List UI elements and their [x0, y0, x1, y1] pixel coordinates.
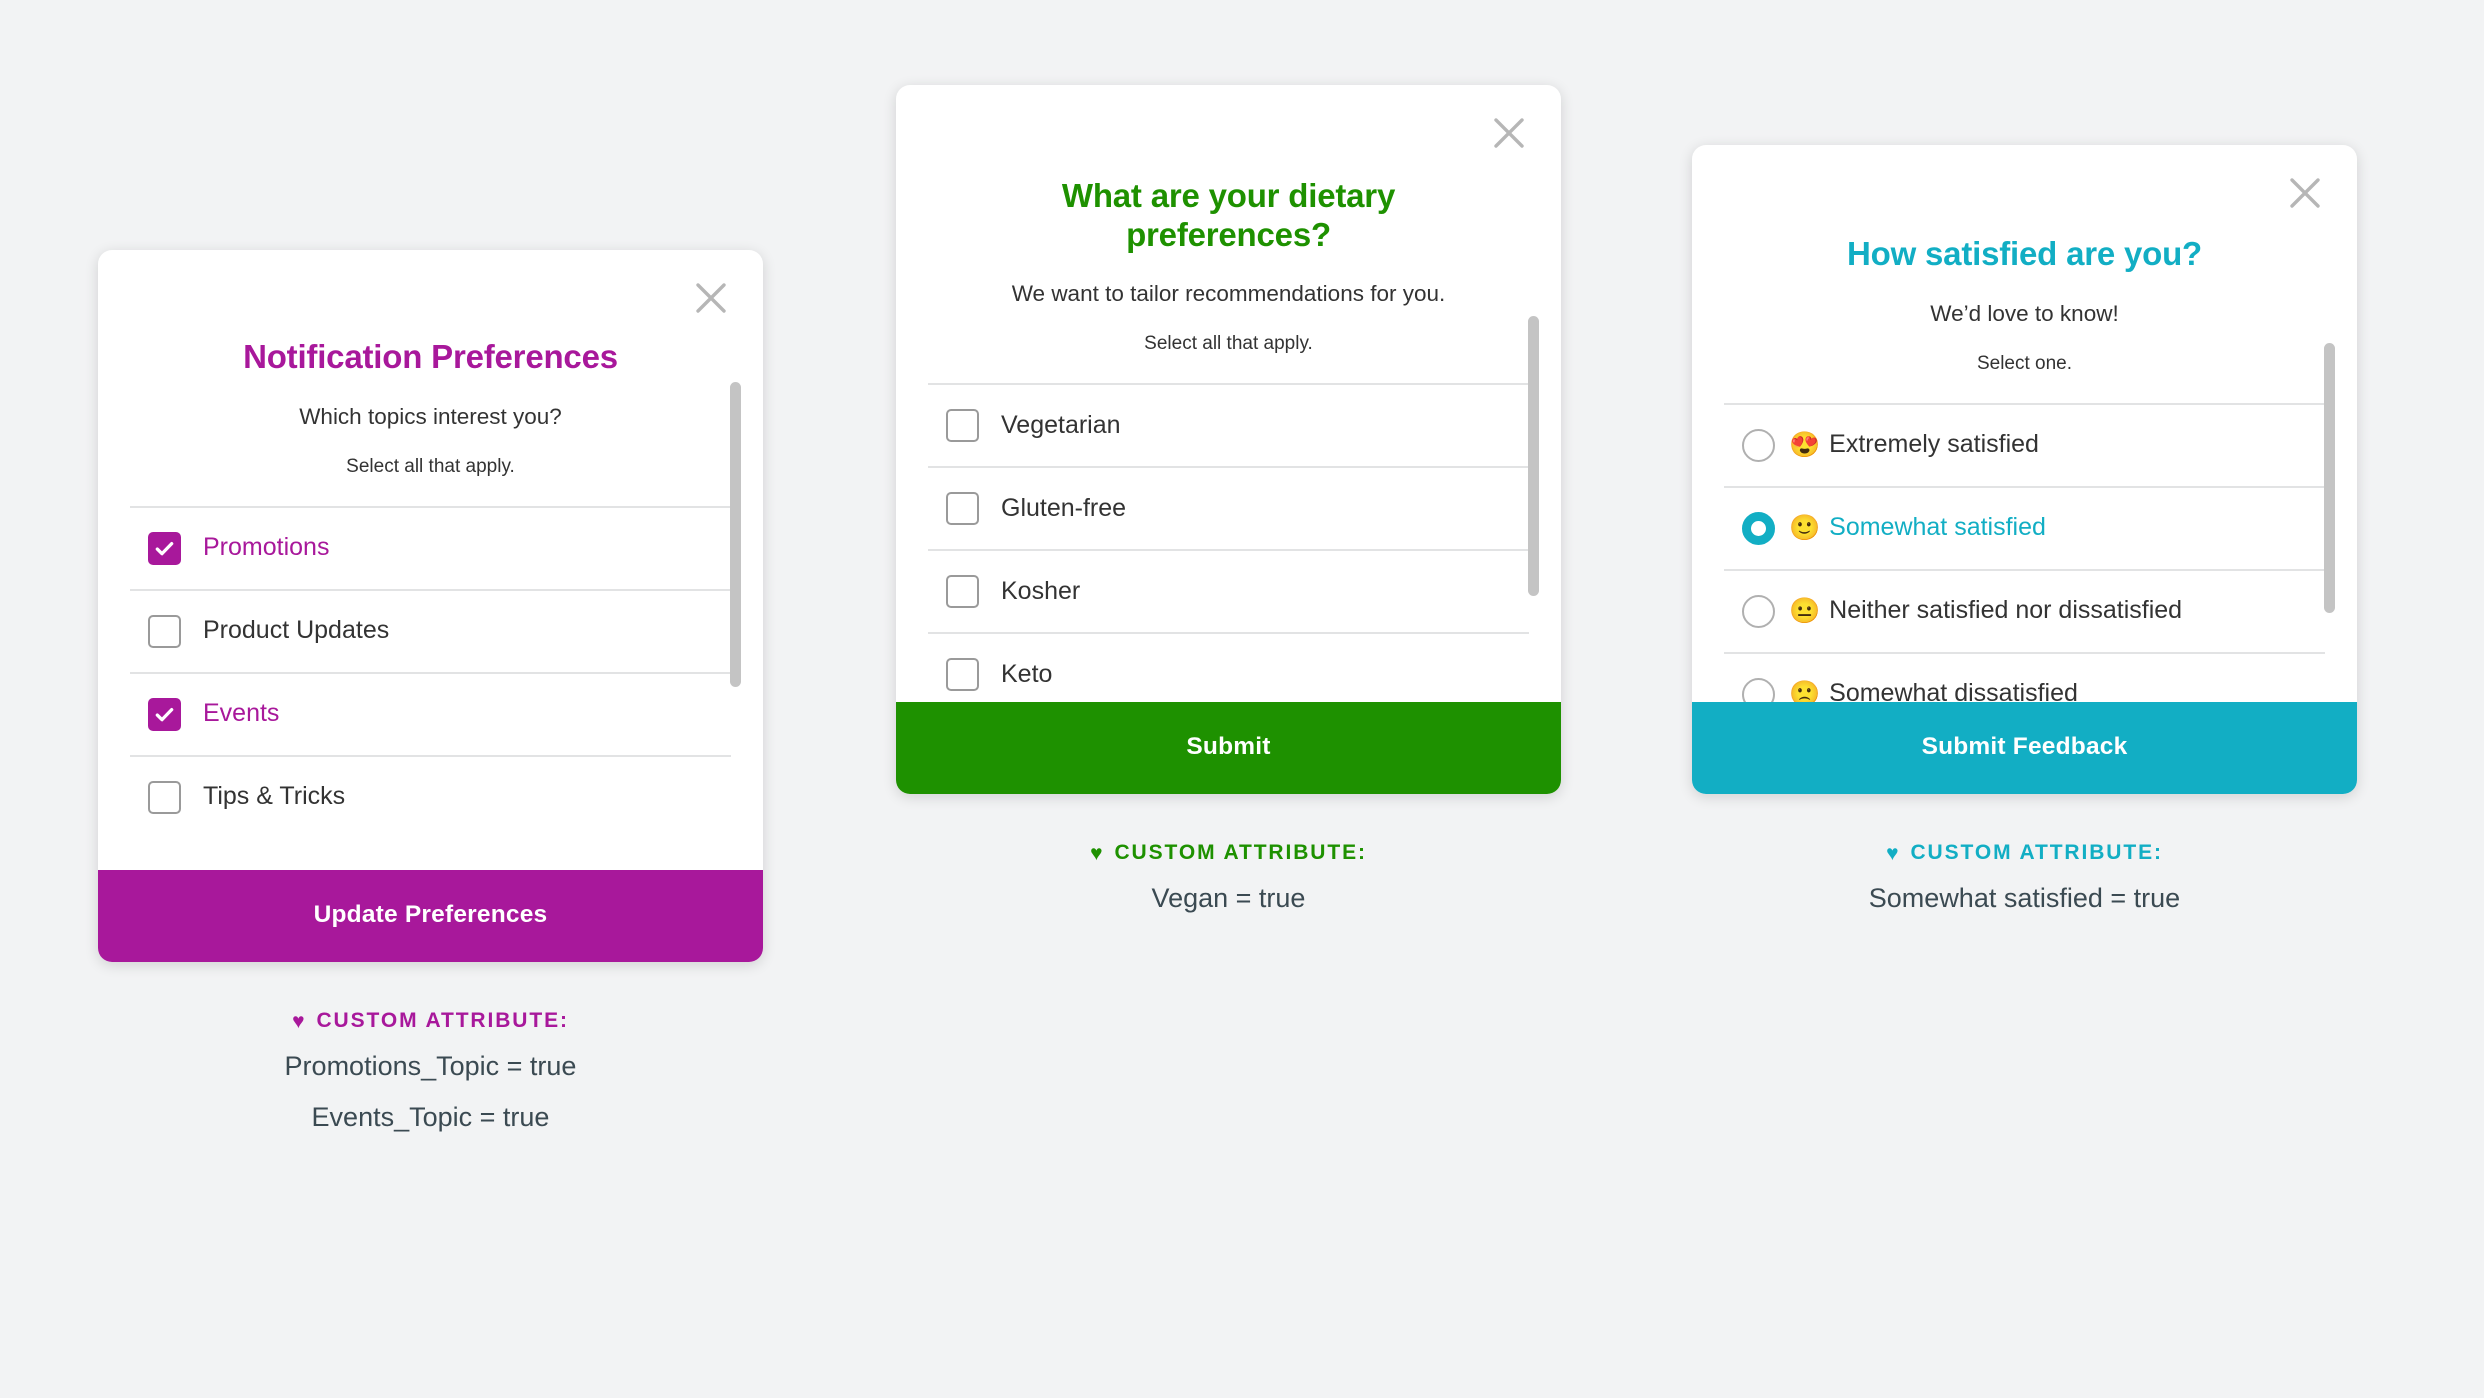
option-label: Gluten-free — [1001, 493, 1127, 522]
heart-eyes-emoji: 😍 — [1789, 430, 1821, 459]
card-notification-preferences: Notification Preferences Which topics int… — [98, 250, 763, 962]
option-row[interactable]: 🙁 Somewhat dissatisfied — [1724, 654, 2325, 702]
option-row[interactable]: 🙂 Somewhat satisfied — [1724, 488, 2325, 571]
radio-unselected-icon[interactable] — [1742, 677, 1775, 702]
option-label: Neither satisfied nor dissatisfied — [1829, 596, 2183, 625]
checkbox-unchecked-icon[interactable] — [946, 575, 979, 609]
heart-icon: ♥ — [292, 1009, 307, 1033]
card-header: How satisfied are you? We’d love to know!… — [1692, 145, 2357, 377]
custom-attribute-block: ♥ CUSTOM ATTRIBUTE: Vegan = true — [896, 841, 1561, 916]
option-row[interactable]: 😍 Extremely satisfied — [1724, 405, 2325, 488]
card-instruction: Select one. — [1976, 352, 2073, 374]
custom-attribute-label: CUSTOM ATTRIBUTE: — [1114, 841, 1367, 864]
checkbox-unchecked-icon[interactable] — [148, 614, 181, 648]
option-label: Somewhat satisfied — [1829, 513, 2046, 542]
cta-button[interactable]: Update Preferences — [98, 870, 763, 962]
custom-attribute-block: ♥ CUSTOM ATTRIBUTE: Somewhat satisfied = t… — [1692, 841, 2357, 916]
page-root: Notification Preferences Which topics int… — [0, 0, 2484, 1398]
scrollbar-thumb[interactable] — [2324, 343, 2335, 613]
option-row[interactable]: Keto — [928, 634, 1529, 702]
checkbox-unchecked-icon[interactable] — [946, 492, 979, 526]
card-body: How satisfied are you? We’d love to know!… — [1692, 145, 2357, 702]
card-header: What are your dietary preferences? We wan… — [896, 85, 1561, 357]
option-label: Vegetarian — [1001, 410, 1121, 439]
card-instruction: Select all that apply. — [1144, 333, 1313, 355]
cta-button[interactable]: Submit — [896, 702, 1561, 794]
option-label: Events — [203, 699, 280, 728]
custom-attribute-header: ♥ CUSTOM ATTRIBUTE: — [98, 1009, 763, 1033]
card-header: Notification Preferences Which topics int… — [98, 250, 763, 480]
custom-attribute-value: Promotions_Topic = true — [284, 1051, 577, 1081]
option-row[interactable]: Events — [130, 674, 731, 757]
option-list: VegetarianGluten-freeKosherKetoVegan — [928, 383, 1529, 702]
custom-attribute-value: Somewhat satisfied = true — [1868, 883, 2181, 913]
option-label: Promotions — [203, 533, 330, 562]
card-subtitle: Which topics interest you? — [299, 403, 562, 429]
option-row[interactable]: Vegetarian — [928, 385, 1529, 469]
card-column-satisfaction-survey: How satisfied are you? We’d love to know!… — [1692, 145, 2357, 916]
option-row[interactable]: Kosher — [928, 551, 1529, 635]
slight-smile-emoji: 🙂 — [1789, 513, 1821, 542]
checkbox-unchecked-icon[interactable] — [946, 409, 979, 443]
radio-unselected-icon[interactable] — [1742, 594, 1775, 628]
card-column-notification-preferences: Notification Preferences Which topics int… — [98, 250, 763, 1135]
option-row[interactable]: Gluten-free — [928, 468, 1529, 552]
checkbox-checked-icon[interactable] — [148, 697, 181, 731]
radio-selected-icon[interactable] — [1742, 511, 1775, 545]
card-subtitle: We’d love to know! — [1930, 300, 2119, 326]
heart-icon: ♥ — [1886, 841, 1901, 865]
option-row[interactable]: 😐 Neither satisfied nor dissatisfied — [1724, 571, 2325, 654]
option-label: Extremely satisfied — [1829, 430, 2039, 459]
option-row[interactable]: Promotions — [130, 508, 731, 591]
custom-attribute-block: ♥ CUSTOM ATTRIBUTE: Promotions_Topic = tru… — [98, 1009, 763, 1135]
option-list: 😍 Extremely satisfied 🙂 Somewhat satisfied 😐… — [1724, 402, 2325, 702]
card-body: Notification Preferences Which topics int… — [98, 250, 763, 870]
option-label: Keto — [1001, 659, 1053, 688]
option-label: Tips & Tricks — [203, 782, 346, 811]
card-body: What are your dietary preferences? We wan… — [896, 85, 1561, 702]
radio-unselected-icon[interactable] — [1742, 428, 1775, 462]
custom-attribute-value: Vegan = true — [1151, 883, 1306, 913]
close-icon[interactable] — [689, 276, 733, 320]
option-row[interactable]: Product Updates — [130, 591, 731, 674]
slight-frown-emoji: 🙁 — [1789, 679, 1821, 702]
checkbox-unchecked-icon[interactable] — [946, 658, 979, 692]
heart-icon: ♥ — [1090, 841, 1105, 865]
close-icon[interactable] — [1487, 111, 1531, 155]
card-instruction: Select all that apply. — [346, 455, 515, 477]
neutral-face-emoji: 😐 — [1789, 596, 1821, 625]
close-icon[interactable] — [2283, 171, 2327, 215]
cta-button[interactable]: Submit Feedback — [1692, 702, 2357, 794]
option-row[interactable]: Tips & Tricks — [130, 757, 731, 838]
card-title: How satisfied are you? — [1846, 235, 2203, 272]
card-title: What are your dietary preferences? — [1061, 177, 1396, 253]
card-subtitle: We want to tailor recommendations for yo… — [1011, 281, 1446, 307]
option-label: Kosher — [1001, 576, 1081, 605]
checkbox-checked-icon[interactable] — [148, 531, 181, 565]
custom-attribute-label: CUSTOM ATTRIBUTE: — [1910, 841, 2163, 864]
card-title: Notification Preferences — [243, 338, 618, 375]
custom-attribute-label: CUSTOM ATTRIBUTE: — [316, 1009, 569, 1032]
checkbox-unchecked-icon[interactable] — [148, 780, 181, 814]
option-list: Promotions Product Updates Events Tips & Tr… — [130, 505, 731, 838]
card-column-dietary-preferences: What are your dietary preferences? We wan… — [896, 85, 1561, 916]
card-satisfaction-survey: How satisfied are you? We’d love to know!… — [1692, 145, 2357, 794]
custom-attribute-value: Events_Topic = true — [311, 1101, 550, 1132]
custom-attribute-header: ♥ CUSTOM ATTRIBUTE: — [1692, 841, 2357, 865]
scrollbar-thumb[interactable] — [730, 382, 741, 687]
scrollbar-thumb[interactable] — [1528, 316, 1539, 596]
option-label: Product Updates — [203, 616, 390, 645]
card-dietary-preferences: What are your dietary preferences? We wan… — [896, 85, 1561, 794]
custom-attribute-header: ♥ CUSTOM ATTRIBUTE: — [896, 841, 1561, 865]
option-label: Somewhat dissatisfied — [1829, 679, 2078, 702]
